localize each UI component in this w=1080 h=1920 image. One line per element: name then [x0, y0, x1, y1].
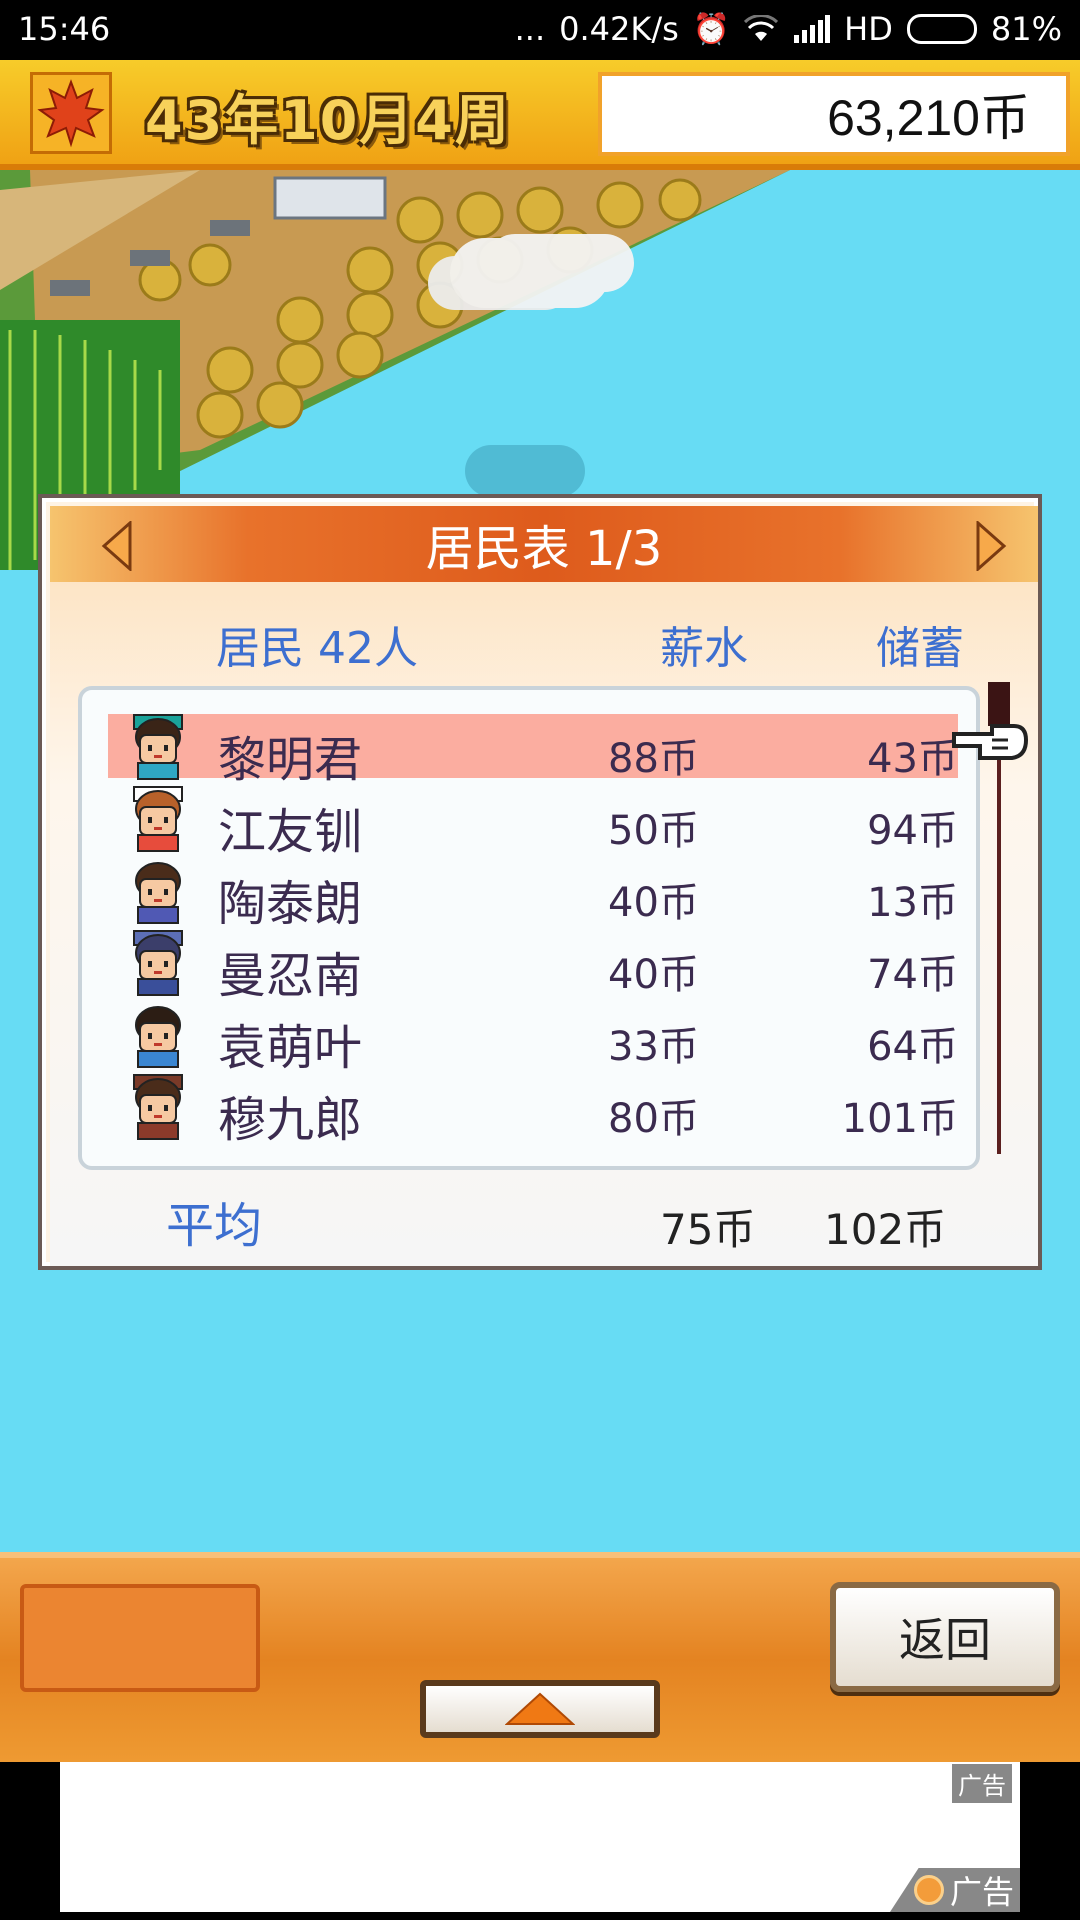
- status-network: HD: [844, 10, 893, 48]
- resident-name: 黎明君: [218, 732, 363, 788]
- resident-avatar-icon: [135, 1006, 181, 1068]
- panel-title: 居民表 1/3: [425, 521, 663, 577]
- wifi-icon: [744, 15, 779, 41]
- resident-salary: 88币: [608, 736, 699, 782]
- resident-savings: 101币: [841, 1096, 958, 1142]
- resident-salary: 50币: [608, 808, 699, 854]
- money-display: 63,210币: [598, 72, 1070, 156]
- resident-avatar-icon: [133, 786, 183, 852]
- resident-name: 江友钏: [218, 804, 363, 860]
- resident-row[interactable]: 江友钏 50币 94币: [108, 786, 958, 860]
- up-triangle-icon: [505, 1692, 575, 1725]
- resident-salary: 33币: [608, 1024, 699, 1070]
- column-header-salary: 薪水: [660, 623, 748, 674]
- resident-salary: 40币: [608, 952, 699, 998]
- expand-menu-button[interactable]: [420, 1680, 660, 1738]
- resident-row[interactable]: 穆九郎 80币 101币: [108, 1074, 958, 1148]
- resident-savings: 74币: [867, 952, 958, 998]
- ad-logo-text: 广告: [949, 1873, 1014, 1911]
- game-date: 43年10月4周: [145, 88, 511, 152]
- column-header-residents: 居民 42人: [216, 623, 418, 674]
- pointing-hand-icon: [952, 724, 1028, 760]
- ad-banner[interactable]: 广告 广告: [60, 1762, 1020, 1912]
- resident-savings: 64币: [867, 1024, 958, 1070]
- average-savings: 102币: [824, 1205, 947, 1254]
- resident-salary: 40币: [608, 880, 699, 926]
- maple-leaf-icon: [30, 72, 112, 154]
- resident-name: 袁萌叶: [218, 1020, 363, 1076]
- resident-name: 曼忍南: [218, 948, 363, 1004]
- status-time: 15:46: [18, 10, 111, 48]
- battery-icon: [906, 14, 977, 44]
- average-salary: 75币: [660, 1205, 756, 1254]
- resident-savings: 13币: [867, 880, 958, 926]
- status-speed: 0.42K/s: [559, 10, 679, 48]
- resident-name: 穆九郎: [218, 1092, 363, 1148]
- resident-savings: 43币: [867, 736, 958, 782]
- cloud: [450, 238, 610, 308]
- panel-header: 居民表 1/3: [50, 506, 1038, 582]
- resident-row[interactable]: 陶泰朗 40币 13币: [108, 858, 958, 932]
- resident-salary: 80币: [608, 1096, 699, 1142]
- signal-icon: [794, 15, 831, 43]
- resident-row[interactable]: 曼忍南 40币 74币: [108, 930, 958, 1004]
- resident-avatar-icon: [135, 862, 181, 924]
- resident-row[interactable]: 黎明君 88币 43币: [108, 714, 958, 788]
- status-battery: 81%: [990, 10, 1062, 48]
- average-label: 平均: [166, 1198, 263, 1254]
- resident-avatar-icon: [133, 714, 183, 780]
- ad-tag: 广告: [952, 1764, 1012, 1803]
- prev-page-arrow-icon[interactable]: [100, 521, 134, 571]
- cloud-shadow: [465, 445, 585, 497]
- status-dots: ...: [514, 10, 546, 48]
- info-slot[interactable]: [20, 1584, 260, 1692]
- resident-name: 陶泰朗: [218, 876, 363, 932]
- sun-icon: [913, 1875, 944, 1905]
- next-page-arrow-icon[interactable]: [974, 521, 1008, 571]
- resident-avatar-icon: [133, 930, 183, 996]
- alarm-icon: ⏰: [692, 11, 731, 47]
- ad-logo[interactable]: 广告: [890, 1868, 1020, 1912]
- resident-avatar-icon: [133, 1074, 183, 1140]
- status-bar: 15:46 ... 0.42K/s ⏰ HD 81%: [0, 0, 1080, 60]
- resident-row[interactable]: 袁萌叶 33币 64币: [108, 1002, 958, 1076]
- back-button[interactable]: 返回: [830, 1582, 1060, 1692]
- column-header-savings: 储蓄: [876, 623, 964, 674]
- status-right-group: ... 0.42K/s ⏰ HD 81%: [515, 10, 1062, 48]
- resident-savings: 94币: [867, 808, 958, 854]
